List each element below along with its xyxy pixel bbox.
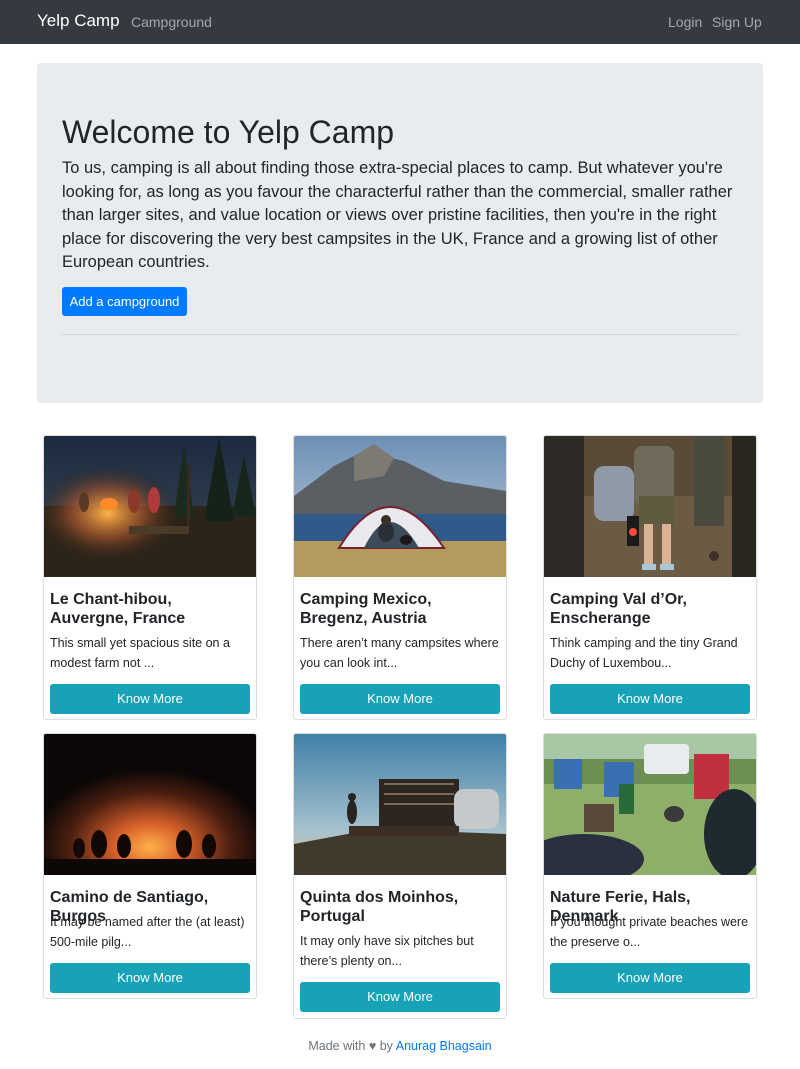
add-campground-button[interactable]: Add a campground (62, 287, 187, 316)
card-text: This small yet spacious site on a modest… (50, 636, 230, 670)
campground-card: Le Chant-hibou, Auvergne, France This sm… (43, 435, 257, 720)
campground-image (44, 734, 256, 875)
intro-text: To us, camping is all about finding thos… (62, 159, 733, 271)
jumbotron: Welcome to Yelp Camp To us, camping is a… (37, 63, 763, 403)
footer-by: by (379, 1039, 393, 1053)
card-text: Think camping and the tiny Grand Duchy o… (550, 636, 738, 670)
campground-image (294, 734, 506, 875)
nav-link-login[interactable]: Login (668, 14, 702, 30)
page-title: Welcome to Yelp Camp (62, 114, 395, 150)
card-text: There aren’t many campsites where you ca… (300, 636, 499, 670)
nav-link-campground[interactable]: Campground (131, 14, 212, 30)
card-text: It may be named after the (at least) 500… (50, 915, 245, 949)
campground-card: Quinta dos Moinhos, Portugal It may only… (293, 733, 507, 1019)
campground-card: Nature Ferie, Hals, Denmark If you thoug… (543, 733, 757, 999)
footer: Made with ♥ by Anurag Bhagsain (0, 1039, 800, 1053)
card-text: If you thought private beaches were the … (550, 915, 749, 949)
know-more-button[interactable]: Know More (550, 963, 750, 993)
campground-image (544, 436, 756, 577)
heart-icon: ♥ (368, 1039, 377, 1053)
know-more-button[interactable]: Know More (550, 684, 750, 714)
campground-image (544, 734, 756, 875)
author-link[interactable]: Anurag Bhagsain (396, 1039, 492, 1053)
card-title: Quinta dos Moinhos, Portugal (300, 889, 459, 925)
campground-image (44, 436, 256, 577)
campground-card: Camping Mexico, Bregenz, Austria There a… (293, 435, 507, 720)
know-more-button[interactable]: Know More (300, 684, 500, 714)
campground-card: Camino de Santiago, Burgos It may be nam… (43, 733, 257, 999)
know-more-button[interactable]: Know More (50, 963, 250, 993)
card-title: Camping Val d’Or, Enscherange (550, 591, 687, 627)
divider (62, 334, 738, 335)
footer-prefix: Made with (308, 1039, 366, 1053)
card-title: Camping Mexico, Bregenz, Austria (300, 591, 432, 627)
nav-link-signup[interactable]: Sign Up (712, 14, 762, 30)
card-text: It may only have six pitches but there’s… (300, 934, 474, 968)
campground-card: Camping Val d’Or, Enscherange Think camp… (543, 435, 757, 720)
card-title: Le Chant-hibou, Auvergne, France (50, 591, 186, 627)
navbar: Yelp Camp Campground Login Sign Up (0, 0, 800, 44)
know-more-button[interactable]: Know More (300, 982, 500, 1012)
brand-link[interactable]: Yelp Camp (37, 11, 120, 31)
know-more-button[interactable]: Know More (50, 684, 250, 714)
campground-image (294, 436, 506, 577)
